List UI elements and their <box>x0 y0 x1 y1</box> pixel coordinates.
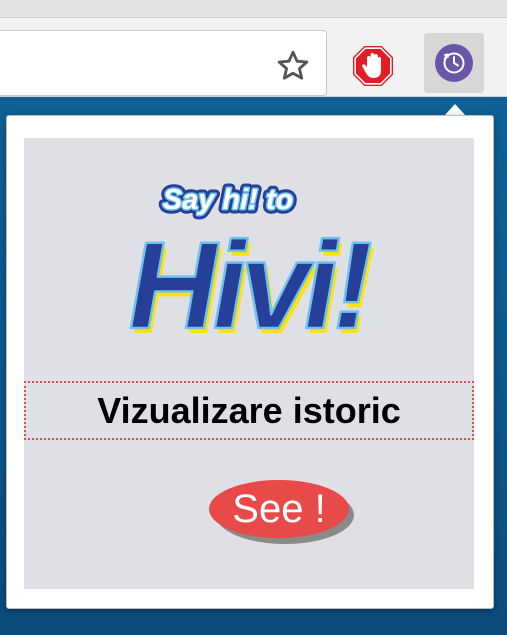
adblock-icon[interactable] <box>352 45 394 87</box>
see-button[interactable]: See ! <box>209 480 359 546</box>
tab-strip <box>0 0 507 18</box>
bookmark-star-icon[interactable] <box>274 47 312 85</box>
view-history-link[interactable]: Vizualizare istoric <box>24 381 474 440</box>
extension-popup: Say hi! to Say hi! to Say hi! to Hivi! H… <box>6 115 494 609</box>
hivi-logo: Say hi! to Say hi! to Say hi! to Hivi! H… <box>117 180 384 357</box>
clock-icon <box>435 44 473 82</box>
logo-brand: Hivi! <box>118 217 381 355</box>
popup-panel: Say hi! to Say hi! to Say hi! to Hivi! H… <box>24 138 474 589</box>
history-extension-button[interactable] <box>424 33 484 93</box>
see-button-label: See ! <box>209 480 349 538</box>
logo-tagline: Say hi! to <box>163 184 294 216</box>
browser-toolbar <box>0 0 507 97</box>
